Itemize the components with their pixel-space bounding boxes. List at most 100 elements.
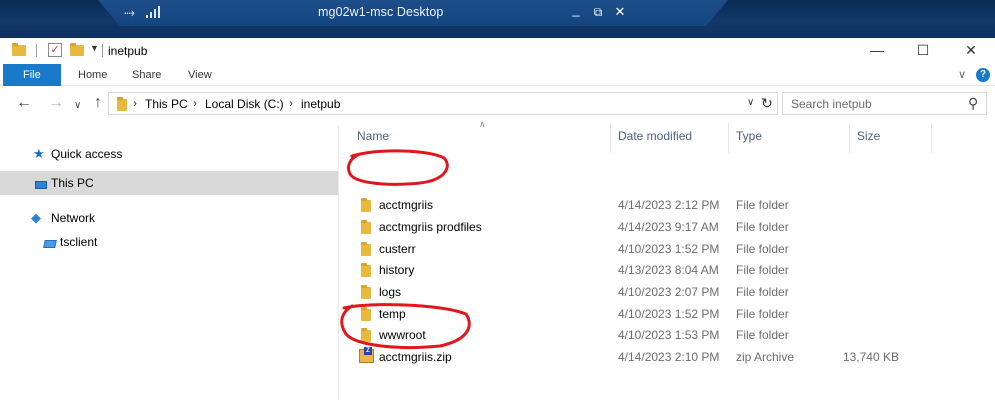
- remote-connection-bar: ⤑ mg02w1-msc Desktop _ ⧉ ✕: [98, 0, 728, 26]
- ribbon-tabs: File Home Share View ∨ ?: [0, 64, 995, 86]
- file-name: wwwroot: [379, 328, 426, 342]
- file-row[interactable]: acctmgriis.zip 4/14/2023 2:10 PM zip Arc…: [339, 346, 995, 368]
- column-divider[interactable]: [610, 123, 611, 153]
- nav-item-label: Quick access: [51, 147, 123, 161]
- nav-item-tsclient[interactable]: tsclient: [0, 230, 338, 254]
- file-date: 4/10/2023 2:07 PM: [618, 285, 720, 299]
- divider: [102, 44, 103, 57]
- maximize-button[interactable]: ☐: [912, 40, 934, 60]
- chevron-right-icon[interactable]: ›: [289, 96, 293, 110]
- recent-locations-icon[interactable]: ∨: [74, 98, 81, 114]
- nav-item-this-pc[interactable]: This PC: [0, 171, 338, 195]
- file-date: 4/14/2023 9:17 AM: [618, 220, 719, 234]
- file-name: temp: [379, 307, 406, 321]
- address-history-dropdown-icon[interactable]: ∨: [747, 97, 754, 108]
- chevron-right-icon[interactable]: ›: [193, 96, 197, 110]
- customize-toolbar-icon[interactable]: ▼: [90, 43, 99, 53]
- file-type: File folder: [736, 220, 789, 234]
- network-drive-icon: [43, 237, 57, 251]
- file-row[interactable]: logs 4/10/2023 2:07 PM File folder: [339, 281, 995, 303]
- close-button[interactable]: ✕: [960, 40, 982, 60]
- search-placeholder: Search inetpub: [791, 97, 872, 111]
- pin-icon[interactable]: ⤑: [124, 4, 140, 20]
- star-icon: ★: [33, 146, 45, 161]
- new-folder-icon[interactable]: [70, 43, 84, 61]
- nav-item-network[interactable]: ◆ Network: [0, 206, 338, 230]
- column-header-type[interactable]: Type: [736, 129, 762, 143]
- file-type: File folder: [736, 242, 789, 256]
- chevron-right-icon[interactable]: ›: [133, 96, 137, 110]
- title-bar: ✓ ▼ inetpub — ☐ ✕: [0, 38, 995, 64]
- file-type: File folder: [736, 285, 789, 299]
- tab-file[interactable]: File: [3, 64, 61, 86]
- sort-ascending-icon: ∧: [479, 119, 486, 129]
- properties-icon[interactable]: ✓: [48, 43, 62, 57]
- file-date: 4/14/2023 2:12 PM: [618, 198, 720, 212]
- tab-share[interactable]: Share: [120, 64, 173, 86]
- file-explorer-window: ✓ ▼ inetpub — ☐ ✕ File Home Share View ∨…: [0, 38, 995, 400]
- file-type: File folder: [736, 198, 789, 212]
- file-date: 4/10/2023 1:52 PM: [618, 242, 720, 256]
- file-size: 13,740 KB: [842, 350, 899, 364]
- address-bar[interactable]: › This PC › Local Disk (C:) › inetpub ∨ …: [108, 92, 778, 115]
- forward-arrow-icon[interactable]: →: [48, 95, 64, 111]
- divider: [36, 44, 37, 57]
- computer-icon: [35, 178, 47, 192]
- file-name: logs: [379, 285, 402, 299]
- folder-icon: [361, 285, 371, 302]
- remote-minimize-button[interactable]: _: [568, 2, 584, 18]
- column-header-name[interactable]: Name: [357, 129, 389, 143]
- remote-restore-button[interactable]: ⧉: [590, 4, 606, 20]
- file-row[interactable]: acctmgriis 4/14/2023 2:12 PM File folder: [339, 194, 995, 216]
- folder-icon: [361, 198, 371, 215]
- file-date: 4/10/2023 1:52 PM: [618, 307, 720, 321]
- file-row[interactable]: wwwroot 4/10/2023 1:53 PM File folder: [339, 324, 995, 346]
- folder-icon: [361, 242, 371, 259]
- remote-session-title: mg02w1-msc Desktop: [318, 5, 444, 19]
- breadcrumb-local-disk[interactable]: Local Disk (C:): [205, 97, 284, 111]
- nav-item-label: This PC: [51, 176, 94, 190]
- file-row[interactable]: history 4/13/2023 8:04 AM File folder: [339, 259, 995, 281]
- column-divider[interactable]: [849, 123, 850, 153]
- window-title: inetpub: [108, 44, 148, 58]
- back-arrow-icon[interactable]: ←: [16, 95, 32, 111]
- nav-item-label: Network: [51, 211, 96, 225]
- search-icon[interactable]: ⚲: [968, 95, 978, 112]
- column-header-date-modified[interactable]: Date modified: [618, 129, 692, 143]
- file-name: acctmgriis: [379, 198, 434, 212]
- minimize-button[interactable]: —: [866, 40, 888, 60]
- breadcrumb-inetpub[interactable]: inetpub: [301, 97, 340, 111]
- column-header-size[interactable]: Size: [857, 129, 880, 143]
- network-icon: ◆: [31, 210, 41, 225]
- breadcrumb-this-pc[interactable]: This PC: [145, 97, 188, 111]
- refresh-icon[interactable]: ↻: [761, 95, 773, 112]
- tab-view[interactable]: View: [176, 64, 224, 86]
- expand-ribbon-icon[interactable]: ∨: [958, 68, 966, 81]
- folder-icon: [361, 220, 371, 237]
- column-divider[interactable]: [931, 123, 932, 153]
- nav-item-quick-access[interactable]: ★ Quick access: [0, 142, 338, 166]
- help-icon[interactable]: ?: [976, 68, 990, 82]
- file-name: acctmgriis prodfiles: [379, 220, 482, 234]
- navigation-pane: ★ Quick access This PC ◆ Network tsclien…: [0, 126, 338, 400]
- remote-close-button[interactable]: ✕: [612, 4, 628, 20]
- folder-icon: [361, 307, 371, 324]
- connection-signal-icon[interactable]: [146, 6, 162, 18]
- address-folder-icon: [117, 97, 127, 114]
- file-date: 4/13/2023 8:04 AM: [618, 263, 719, 277]
- file-list: ∧ Name Date modified Type Size acctmgrii…: [339, 119, 995, 400]
- file-type: File folder: [736, 328, 789, 342]
- folder-icon: [361, 328, 371, 345]
- nav-item-label: tsclient: [60, 235, 98, 249]
- file-name: custerr: [379, 242, 416, 256]
- search-input[interactable]: Search inetpub ⚲: [782, 92, 987, 115]
- file-row[interactable]: temp 4/10/2023 1:52 PM File folder: [339, 303, 995, 325]
- address-row: ← → ∨ ↑ › This PC › Local Disk (C:) › in…: [0, 87, 995, 121]
- file-row[interactable]: custerr 4/10/2023 1:52 PM File folder: [339, 238, 995, 260]
- up-arrow-icon[interactable]: ↑: [94, 95, 102, 111]
- file-row[interactable]: acctmgriis prodfiles 4/14/2023 9:17 AM F…: [339, 216, 995, 238]
- app-folder-icon: [12, 43, 26, 61]
- tab-home[interactable]: Home: [66, 64, 119, 86]
- file-type: File folder: [736, 263, 789, 277]
- column-divider[interactable]: [728, 123, 729, 153]
